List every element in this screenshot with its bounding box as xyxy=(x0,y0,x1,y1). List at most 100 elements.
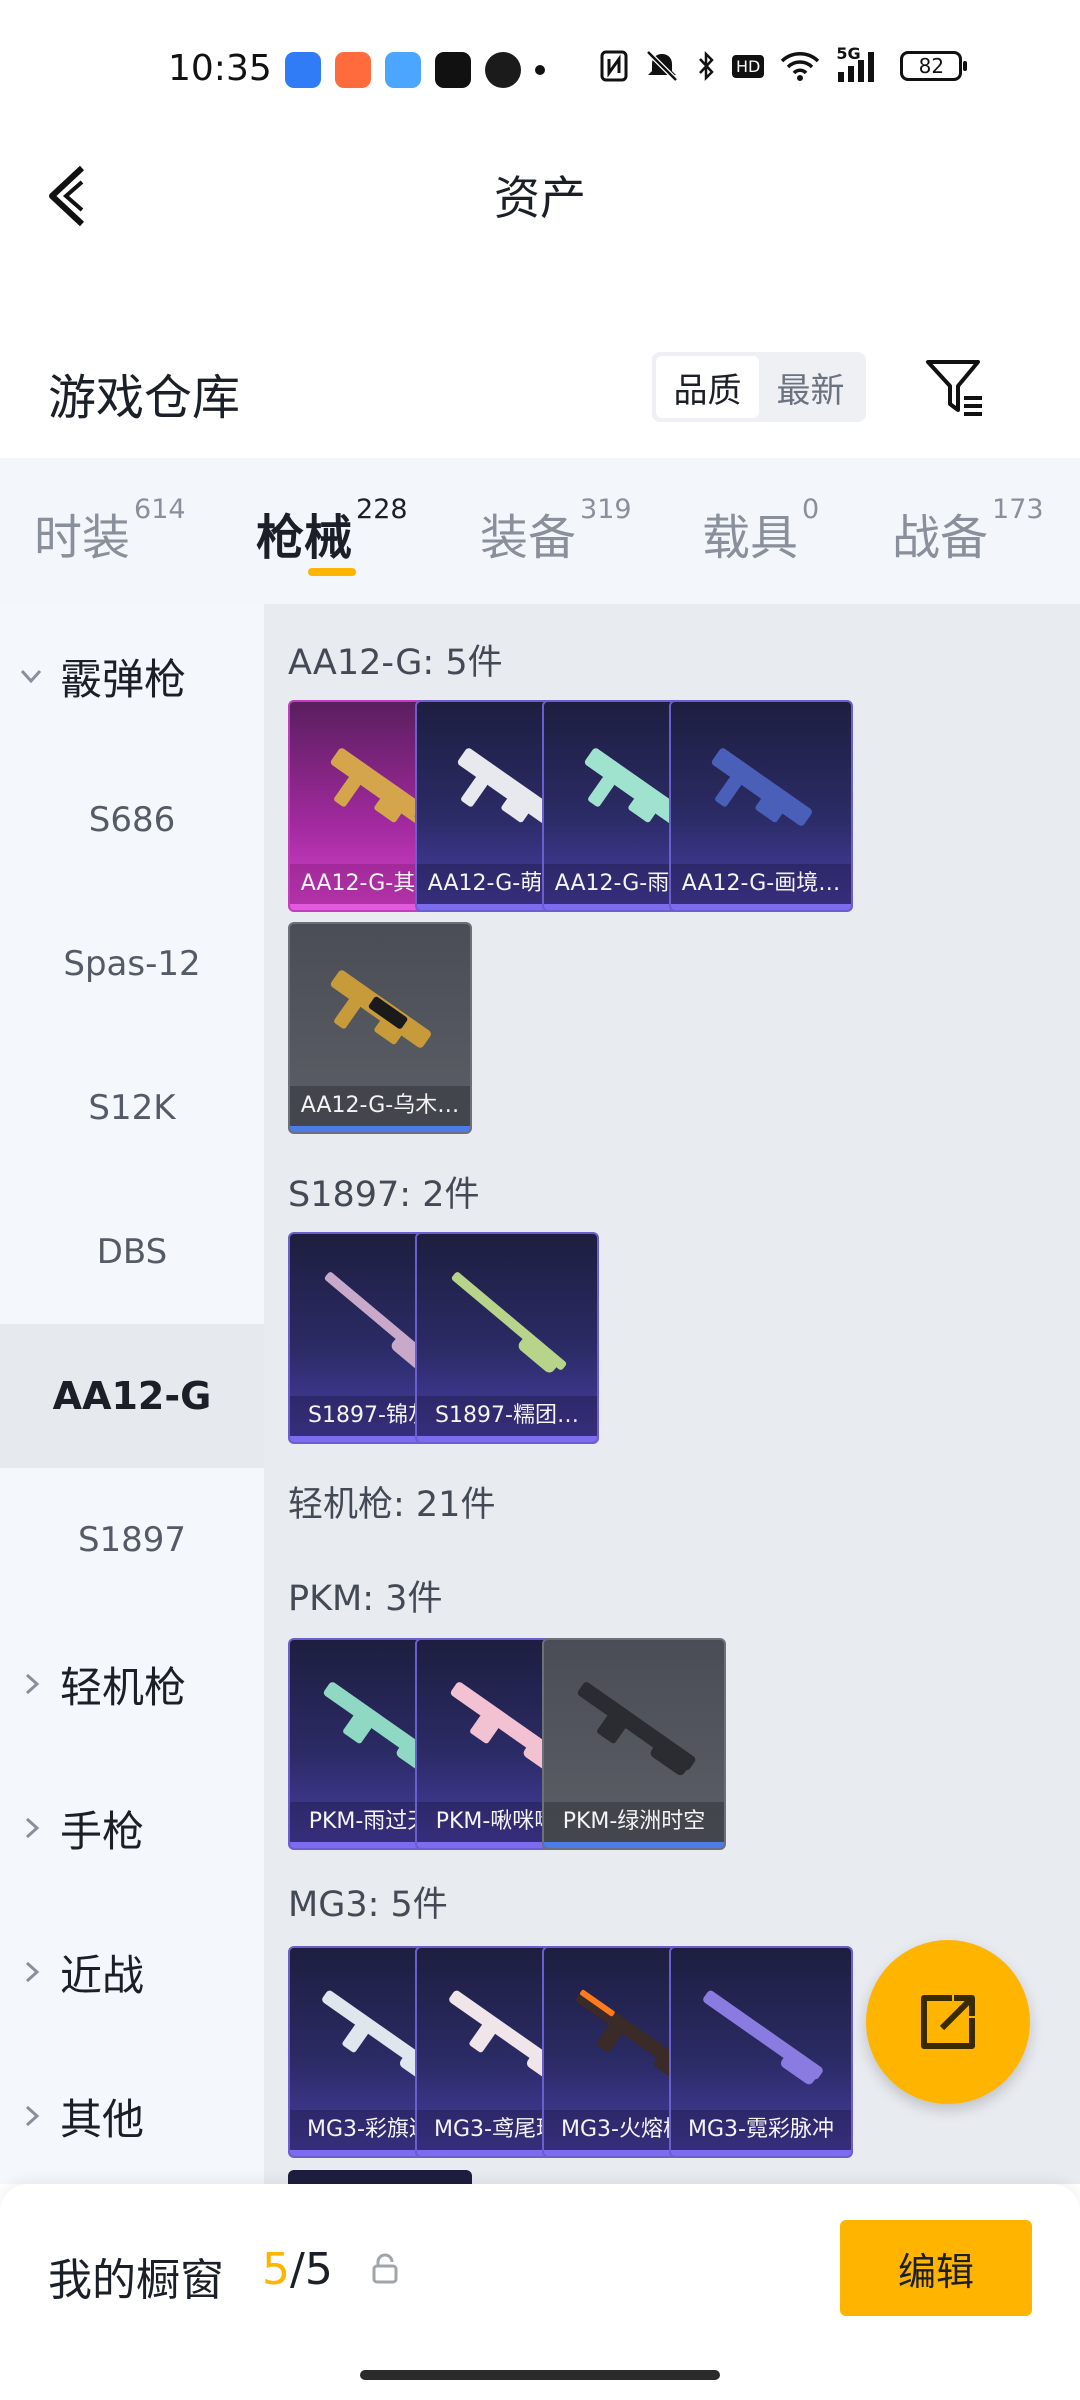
sidebar-group-label: 轻机枪 xyxy=(60,1662,187,1712)
hd-icon: HD xyxy=(732,54,765,78)
sidebar-group-shotgun[interactable]: 霰弹枪 xyxy=(0,604,264,748)
weapon-image xyxy=(451,1272,567,1373)
chevron-right-icon xyxy=(25,1961,40,1983)
group-label-mg3: MG3: 5件 xyxy=(288,1885,448,1925)
browser-notification-icon xyxy=(385,52,421,88)
weapon-card[interactable]: AA12-G-画境… xyxy=(669,700,853,912)
showcase-count: 5/5 xyxy=(262,2244,333,2295)
sort-by-newest-button[interactable]: 最新 xyxy=(759,356,862,418)
sidebar-group-label: 其他 xyxy=(60,2094,145,2144)
home-indicator xyxy=(360,2370,720,2380)
tab-equipment[interactable]: 装备319 xyxy=(480,494,632,568)
tab-count: 173 xyxy=(992,494,1044,525)
rarity-bar xyxy=(671,904,851,910)
tiktok-notification-icon xyxy=(435,52,471,88)
weapon-card[interactable]: MG3-霓彩脉冲 xyxy=(669,1946,853,2158)
category-tabs: 时装614 枪械228 装备319 载具0 战备173 xyxy=(0,458,1080,604)
filter-icon xyxy=(926,360,982,416)
sort-toggle: 品质 最新 xyxy=(652,352,866,422)
sidebar-group-other[interactable]: 其他 xyxy=(0,2044,264,2188)
rarity-bar xyxy=(290,1126,470,1132)
signal-icon: 5G xyxy=(836,44,884,82)
tab-label: 时装 xyxy=(34,510,131,566)
tab-vehicles[interactable]: 载具0 xyxy=(702,494,819,568)
showcase-current: 5 xyxy=(262,2244,290,2295)
notification-icons xyxy=(285,52,545,88)
weapon-card[interactable]: S1897-糯团… xyxy=(415,1232,599,1444)
game-notification-icon xyxy=(335,52,371,88)
weapon-image xyxy=(330,970,431,1048)
sidebar-group-label: 近战 xyxy=(60,1950,145,2000)
chevron-down-icon xyxy=(20,669,42,684)
sidebar-item-aa12-g[interactable]: AA12-G xyxy=(0,1324,264,1468)
filter-button[interactable] xyxy=(920,352,990,422)
weapon-category-sidebar: 霰弹枪 S686 Spas-12 S12K DBS AA12-G S1897 轻… xyxy=(0,604,264,2184)
sidebar-group-label: 霰弹枪 xyxy=(60,654,187,704)
tab-count: 0 xyxy=(802,494,820,525)
showcase-total: 5 xyxy=(304,2244,333,2295)
weapon-card-label: AA12-G-乌木… xyxy=(290,1086,470,1126)
sidebar-group-melee[interactable]: 近战 xyxy=(0,1900,264,2044)
status-time: 10:35 xyxy=(168,48,272,89)
sidebar-item-spas-12[interactable]: Spas-12 xyxy=(0,892,264,1036)
sidebar-item-s12k[interactable]: S12K xyxy=(0,1036,264,1180)
chevron-right-icon xyxy=(25,1817,40,1839)
sidebar-group-pistol[interactable]: 手枪 xyxy=(0,1756,264,1900)
weapon-card-label: S1897-糯团… xyxy=(417,1396,597,1436)
wechat-notification-icon xyxy=(485,52,521,88)
tab-label: 战备 xyxy=(892,510,989,566)
weapon-card-label: AA12-G-画境… xyxy=(671,864,851,904)
weapon-card[interactable]: AA12-G-乌木… xyxy=(288,922,472,1134)
group-label-lmg: 轻机枪: 21件 xyxy=(288,1485,496,1525)
sidebar-item-s686[interactable]: S686 xyxy=(0,748,264,892)
tab-supplies[interactable]: 战备173 xyxy=(892,494,1044,568)
weapon-card-label: MG3-霓彩脉冲 xyxy=(671,2110,851,2150)
sidebar-item-dbs[interactable]: DBS xyxy=(0,1180,264,1324)
tab-count: 228 xyxy=(356,494,408,525)
tab-count: 614 xyxy=(134,494,186,525)
group-label-pkm: PKM: 3件 xyxy=(288,1579,443,1619)
mute-icon xyxy=(646,50,678,82)
sidebar-group-label: 手枪 xyxy=(60,1806,145,1856)
weapon-card-partial xyxy=(288,2170,472,2184)
battery-icon: 82 xyxy=(900,51,968,81)
tab-count: 319 xyxy=(580,494,632,525)
status-bar: 10:35 HD 5G 82 xyxy=(0,0,1080,140)
warehouse-title: 游戏仓库 xyxy=(48,370,241,426)
edit-button[interactable]: 编辑 xyxy=(840,2220,1032,2316)
more-dot-icon xyxy=(535,65,545,75)
weapon-image xyxy=(711,748,812,826)
top-app-bar: 资产 xyxy=(0,140,1080,250)
group-label-s1897: S1897: 2件 xyxy=(288,1175,480,1215)
showcase-title: 我的橱窗 xyxy=(48,2255,224,2306)
page-title: 资产 xyxy=(494,171,586,225)
weapon-card[interactable]: PKM-绿洲时空 xyxy=(542,1638,726,1850)
tab-fashion[interactable]: 时装614 xyxy=(34,494,186,568)
nfc-icon xyxy=(600,50,628,82)
sidebar-item-s1897[interactable]: S1897 xyxy=(0,1468,264,1612)
tab-label: 载具 xyxy=(702,510,799,566)
app-notification-icon xyxy=(285,52,321,88)
rarity-bar xyxy=(544,1842,724,1848)
chevron-right-icon xyxy=(25,1673,40,1695)
weapon-card-label: PKM-绿洲时空 xyxy=(544,1802,724,1842)
bluetooth-icon xyxy=(699,50,714,82)
active-tab-indicator xyxy=(308,568,356,576)
sort-by-quality-button[interactable]: 品质 xyxy=(656,356,759,418)
battery-level: 82 xyxy=(918,54,945,78)
rarity-bar xyxy=(417,1436,597,1442)
warehouse-header: 游戏仓库 品质 最新 xyxy=(0,330,1080,450)
tab-firearms[interactable]: 枪械228 xyxy=(256,494,408,568)
group-label-aa12-g: AA12-G: 5件 xyxy=(288,643,503,683)
lock-icon xyxy=(372,2253,398,2284)
tab-label: 装备 xyxy=(480,510,577,566)
showcase-separator: / xyxy=(290,2244,305,2295)
system-icons: HD 5G 82 xyxy=(600,44,968,82)
share-external-icon xyxy=(921,1995,975,2049)
weapon-image xyxy=(703,1990,823,2085)
sidebar-group-lmg[interactable]: 轻机枪 xyxy=(0,1612,264,1756)
weapon-image xyxy=(577,1682,696,1776)
wifi-icon xyxy=(781,52,820,81)
showcase-bar: 我的橱窗 5/5 编辑 xyxy=(0,2184,1080,2400)
share-floating-button[interactable] xyxy=(866,1940,1030,2104)
